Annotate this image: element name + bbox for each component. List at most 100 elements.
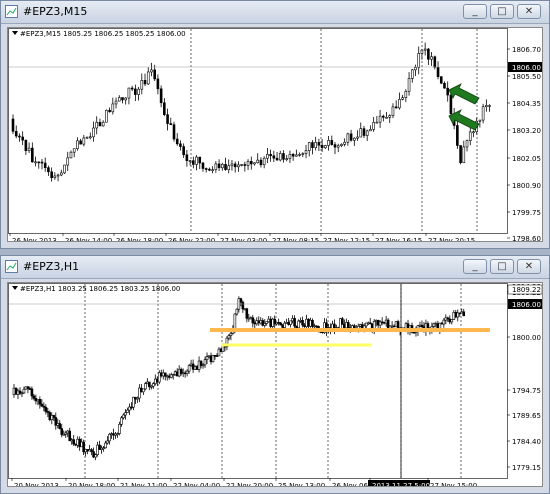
time-label: 27 Nov 15:00 bbox=[430, 482, 477, 487]
bear-candle bbox=[462, 311, 466, 317]
minimize-button[interactable]: _ bbox=[463, 259, 487, 274]
maximize-button[interactable]: □ bbox=[490, 4, 514, 19]
close-button[interactable]: ✕ bbox=[517, 259, 541, 274]
bear-candle bbox=[279, 322, 282, 326]
bull-candle bbox=[233, 313, 237, 329]
chart-info-header: #EPZ3,M15 1805.25 1806.25 1805.25 1806.0… bbox=[20, 30, 186, 38]
bear-candle bbox=[14, 131, 18, 137]
price-chart[interactable]: 1806.70 1805.50 1804.35 1803.20 1802.05 1800.… bbox=[7, 27, 543, 242]
chart-window-icon bbox=[5, 260, 18, 273]
price-label: 1789.65 bbox=[512, 412, 541, 420]
bear-candle bbox=[18, 135, 21, 138]
bull-candle bbox=[359, 128, 363, 138]
bull-candle bbox=[214, 163, 218, 170]
title-bar[interactable]: #EPZ3,M15 _ □ ✕ bbox=[1, 1, 549, 24]
bull-candle bbox=[369, 129, 372, 132]
bull-candle bbox=[304, 150, 308, 154]
bear-candle bbox=[459, 145, 462, 164]
level-price-value: 1809.22 bbox=[512, 286, 541, 294]
bear-candle bbox=[30, 388, 34, 397]
time-label: 26 Nov 14:00 bbox=[65, 237, 112, 242]
price-label: 1804.35 bbox=[512, 100, 541, 108]
bull-candle bbox=[256, 159, 260, 163]
bear-candle bbox=[47, 167, 50, 173]
chart-window-m15[interactable]: #EPZ3,M15 _ □ ✕ 1806.70 1805.50 1804.35 180… bbox=[0, 0, 550, 249]
bull-candle bbox=[34, 161, 37, 164]
bull-candle bbox=[353, 137, 356, 141]
time-label: 26 Nov 18:00 bbox=[116, 237, 163, 242]
chart-window-h1[interactable]: #EPZ3,H1 _ □ ✕ 1814.901809.221800.001794… bbox=[0, 255, 550, 494]
bear-candle bbox=[341, 318, 344, 325]
bear-candle bbox=[275, 157, 279, 161]
bull-candle bbox=[283, 322, 286, 328]
bull-candle bbox=[63, 164, 66, 174]
bull-candle bbox=[343, 141, 346, 145]
bear-candle bbox=[24, 139, 28, 151]
bear-candle bbox=[201, 162, 205, 169]
bear-candle bbox=[239, 298, 243, 303]
time-label: 22 Nov 04:00 bbox=[173, 482, 220, 487]
bear-candle bbox=[58, 423, 62, 429]
bull-candle bbox=[227, 335, 231, 339]
bear-candle bbox=[293, 318, 296, 327]
time-label: 22 Nov 20:00 bbox=[226, 482, 273, 487]
bull-candle bbox=[288, 153, 292, 159]
bull-candle bbox=[104, 442, 107, 449]
bull-candle bbox=[472, 131, 475, 134]
bull-candle bbox=[137, 88, 140, 95]
bull-candle bbox=[227, 165, 231, 170]
bull-candle bbox=[144, 383, 147, 390]
bull-candle bbox=[101, 121, 105, 127]
bull-candle bbox=[69, 151, 73, 159]
price-chart-canvas[interactable]: 1814.901809.221800.001794.751789.651784.… bbox=[8, 283, 543, 487]
bull-candle bbox=[124, 412, 127, 416]
bull-candle bbox=[124, 97, 127, 101]
price-chart-canvas[interactable]: 1806.70 1805.50 1804.35 1803.20 1802.05 1800.… bbox=[8, 28, 543, 242]
bull-candle bbox=[85, 136, 89, 139]
bull-candle bbox=[262, 157, 266, 166]
bear-candle bbox=[159, 88, 163, 104]
close-button[interactable]: ✕ bbox=[517, 4, 541, 19]
bull-candle bbox=[92, 127, 95, 138]
bull-candle bbox=[152, 383, 155, 387]
price-label: 1794.75 bbox=[512, 387, 541, 395]
bull-candle bbox=[356, 136, 359, 139]
bull-candle bbox=[372, 122, 375, 130]
bear-candle bbox=[243, 164, 247, 166]
bull-candle bbox=[481, 106, 485, 121]
bull-candle bbox=[462, 146, 466, 164]
bull-candle bbox=[117, 97, 121, 102]
bull-candle bbox=[298, 154, 301, 156]
bear-candle bbox=[130, 87, 134, 90]
bear-candle bbox=[394, 106, 398, 109]
bull-candle bbox=[385, 117, 388, 119]
bear-candle bbox=[282, 153, 285, 160]
bull-candle bbox=[237, 164, 240, 168]
maximize-button[interactable]: □ bbox=[490, 259, 514, 274]
bull-candle bbox=[105, 109, 108, 123]
title-bar[interactable]: #EPZ3,H1 _ □ ✕ bbox=[1, 256, 549, 279]
time-label: 27 Nov 03:00 bbox=[220, 237, 267, 242]
bull-candle bbox=[95, 121, 99, 129]
bear-candle bbox=[381, 115, 385, 118]
bear-candle bbox=[143, 80, 147, 85]
bear-candle bbox=[446, 87, 450, 96]
bull-candle bbox=[417, 53, 421, 68]
price-label: 1784.40 bbox=[512, 438, 541, 446]
window-title: #EPZ3,M15 bbox=[23, 5, 88, 18]
minimize-button[interactable]: _ bbox=[463, 4, 487, 19]
bull-candle bbox=[450, 319, 454, 323]
bull-candle bbox=[22, 388, 26, 394]
bull-candle bbox=[314, 142, 317, 148]
bull-candle bbox=[401, 97, 404, 100]
price-chart[interactable]: 1814.901809.221800.001794.751789.651784.… bbox=[7, 282, 543, 487]
time-label: 20 Nov 2013 bbox=[14, 482, 59, 487]
bear-candle bbox=[153, 69, 156, 80]
bull-candle bbox=[465, 140, 469, 148]
bear-candle bbox=[204, 168, 208, 170]
bear-candle bbox=[317, 142, 321, 146]
bull-candle bbox=[324, 145, 327, 149]
bull-candle bbox=[122, 414, 125, 419]
bull-candle bbox=[488, 105, 491, 107]
bull-candle bbox=[118, 424, 121, 434]
